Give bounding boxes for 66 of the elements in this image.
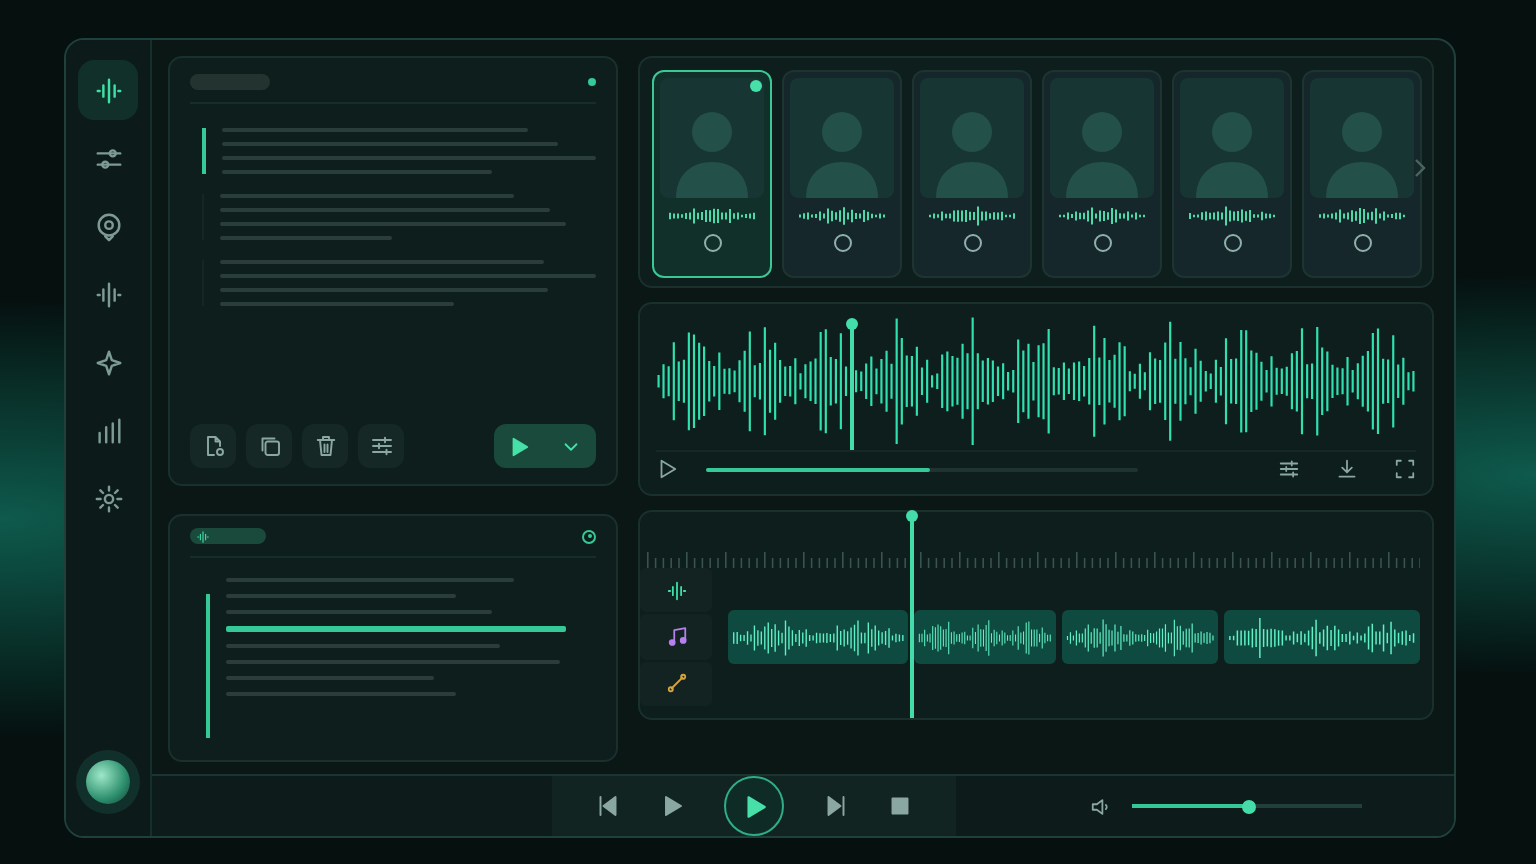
stop-button[interactable] (888, 794, 912, 818)
audio-clip[interactable] (914, 610, 1057, 664)
audio-clip[interactable] (728, 610, 909, 664)
audio-clip[interactable] (1062, 610, 1219, 664)
radio-button[interactable] (703, 234, 721, 252)
previous-button[interactable] (596, 794, 620, 818)
radio-button[interactable] (1093, 234, 1111, 252)
waveform-icon (93, 75, 123, 105)
radio-button[interactable] (963, 234, 981, 252)
status-dot (588, 78, 596, 86)
fullscreen-button[interactable] (1394, 458, 1416, 481)
waveform-icon (1188, 204, 1276, 228)
adjust-button[interactable] (358, 424, 404, 468)
play-icon (741, 793, 767, 819)
download-button[interactable] (1336, 458, 1358, 481)
next-button[interactable] (824, 794, 848, 818)
record-indicator-icon (582, 529, 596, 543)
trash-icon (313, 434, 337, 458)
play-button[interactable] (660, 794, 684, 818)
play-icon (656, 458, 678, 481)
settings-icon (93, 483, 123, 513)
fullscreen-icon (1394, 458, 1416, 481)
speaker-icon (1090, 795, 1112, 817)
play-icon (508, 435, 531, 457)
play-icon (660, 794, 684, 818)
play-button[interactable] (656, 458, 678, 481)
sliders-icon (93, 143, 123, 173)
equalizer-button[interactable] (1278, 458, 1300, 481)
audio-clip[interactable] (1224, 610, 1420, 664)
waveform-icon (928, 204, 1016, 228)
effects-track-button[interactable] (640, 661, 712, 706)
copy-button[interactable] (246, 424, 292, 468)
skip-back-icon (596, 794, 620, 818)
radio-button[interactable] (833, 234, 851, 252)
voice-card[interactable] (652, 70, 772, 278)
music-track-button[interactable] (640, 614, 712, 660)
waveform-icon (1058, 204, 1146, 228)
radio-button[interactable] (1223, 234, 1241, 252)
sparkle-icon (93, 347, 123, 377)
waveform-icon (665, 579, 687, 602)
delete-button[interactable] (302, 424, 348, 468)
waveform-icon (798, 204, 886, 228)
curve-icon (665, 672, 687, 695)
waveform-icon (668, 204, 756, 228)
voice-track-button[interactable] (640, 568, 712, 613)
sliders-icon (369, 434, 393, 458)
chevron-right-icon[interactable] (1412, 158, 1428, 178)
waveform-icon (1318, 204, 1406, 228)
waveform-icon (196, 529, 210, 543)
waveform-icon (93, 279, 123, 309)
location-pin-icon (93, 211, 123, 241)
copy-icon (257, 434, 281, 458)
bar-chart-icon (93, 415, 123, 445)
stop-icon (888, 794, 912, 818)
profile-avatar[interactable] (86, 760, 130, 804)
file-icon (201, 434, 225, 458)
main-play-button[interactable] (724, 776, 784, 836)
radio-button[interactable] (1353, 234, 1371, 252)
music-note-icon (665, 625, 687, 648)
sliders-icon (1278, 458, 1300, 481)
skip-forward-icon (824, 794, 848, 818)
play-split-button[interactable] (494, 424, 596, 468)
sidebar-item[interactable] (78, 60, 138, 120)
progress-bar[interactable] (706, 467, 1138, 472)
download-icon (1336, 458, 1358, 481)
new-file-button[interactable] (190, 424, 236, 468)
